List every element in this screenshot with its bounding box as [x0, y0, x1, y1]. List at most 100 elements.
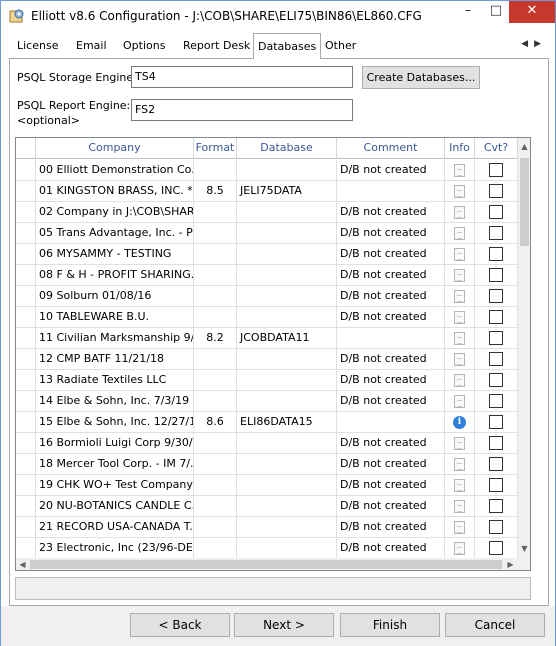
table-row[interactable]: 21 RECORD USA-CANADA T... D/B not created	[16, 517, 518, 538]
row-selector[interactable]	[16, 517, 36, 538]
table-row[interactable]: 16 Bormioli Luigi Corp 9/30/19 D/B not cr…	[16, 433, 518, 454]
convert-checkbox[interactable]	[489, 394, 503, 408]
row-selector[interactable]	[16, 454, 36, 475]
document-icon[interactable]	[454, 521, 465, 534]
tab-license[interactable]: License	[13, 37, 62, 58]
convert-checkbox[interactable]	[489, 205, 503, 219]
table-row[interactable]: 00 Elliott Demonstration Co... D/B not cr…	[16, 160, 518, 181]
convert-checkbox[interactable]	[489, 226, 503, 240]
column-header-info[interactable]: Info	[445, 138, 475, 159]
row-selector[interactable]	[16, 412, 36, 433]
storage-engine-field[interactable]: TS4	[131, 66, 353, 88]
tab-email[interactable]: Email	[72, 37, 111, 58]
document-icon[interactable]	[454, 500, 465, 513]
title-bar[interactable]: Elliott v8.6 Configuration - J:\COB\SHAR…	[1, 1, 555, 31]
row-selector[interactable]	[16, 496, 36, 517]
convert-checkbox[interactable]	[489, 289, 503, 303]
convert-checkbox[interactable]	[489, 541, 503, 555]
vertical-scroll-thumb[interactable]	[520, 158, 529, 246]
column-header-cvt[interactable]: Cvt?	[475, 138, 518, 159]
vertical-scrollbar[interactable]: ▲ ▼	[518, 138, 530, 570]
horizontal-scroll-thumb[interactable]	[30, 560, 502, 569]
convert-checkbox[interactable]	[489, 499, 503, 513]
table-row[interactable]: 10 TABLEWARE B.U. D/B not created	[16, 307, 518, 328]
report-engine-field[interactable]: FS2	[131, 99, 353, 121]
cancel-button[interactable]: Cancel	[445, 613, 545, 637]
column-header-format[interactable]: Format	[194, 138, 237, 159]
document-icon[interactable]	[454, 269, 465, 282]
close-button[interactable]: ✕	[509, 1, 555, 23]
convert-checkbox[interactable]	[489, 310, 503, 324]
table-row[interactable]: 11 Civilian Marksmanship 9/... 8.2 JCOBDAT…	[16, 328, 518, 349]
back-button[interactable]: < Back	[130, 613, 230, 637]
convert-checkbox[interactable]	[489, 163, 503, 177]
convert-checkbox[interactable]	[489, 331, 503, 345]
row-selector[interactable]	[16, 223, 36, 244]
document-icon[interactable]	[454, 332, 465, 345]
table-row[interactable]: 15 Elbe & Sohn, Inc. 12/27/19 8.6 ELI86DAT…	[16, 412, 518, 433]
table-row[interactable]: 14 Elbe & Sohn, Inc. 7/3/19 D/B not creat…	[16, 391, 518, 412]
minimize-button[interactable]: –	[453, 1, 483, 23]
document-icon[interactable]	[454, 395, 465, 408]
document-icon[interactable]	[454, 164, 465, 177]
row-selector[interactable]	[16, 181, 36, 202]
table-row[interactable]: 02 Company in J:\COB\SHAR... D/B not crea…	[16, 202, 518, 223]
table-row[interactable]: 01 KINGSTON BRASS, INC. ** 8.5 JELI75DATA	[16, 181, 518, 202]
row-selector[interactable]	[16, 475, 36, 496]
table-row[interactable]: 20 NU-BOTANICS CANDLE C... D/B not create…	[16, 496, 518, 517]
convert-checkbox[interactable]	[489, 247, 503, 261]
column-header-database[interactable]: Database	[237, 138, 337, 159]
table-row[interactable]: 08 F & H - PROFIT SHARING... D/B not crea…	[16, 265, 518, 286]
table-row[interactable]: 23 Electronic, Inc (23/96-DE... D/B not c…	[16, 538, 518, 559]
scroll-right-icon[interactable]: ▶	[504, 558, 517, 570]
document-icon[interactable]	[454, 437, 465, 450]
create-databases-button[interactable]: Create Databases...	[362, 66, 480, 89]
document-icon[interactable]	[454, 458, 465, 471]
row-selector[interactable]	[16, 244, 36, 265]
document-icon[interactable]	[454, 311, 465, 324]
scroll-up-icon[interactable]: ▲	[518, 140, 530, 154]
row-selector[interactable]	[16, 538, 36, 559]
row-selector[interactable]	[16, 370, 36, 391]
table-row[interactable]: 12 CMP BATF 11/21/18 D/B not created	[16, 349, 518, 370]
convert-checkbox[interactable]	[489, 352, 503, 366]
row-selector[interactable]	[16, 286, 36, 307]
table-row[interactable]: 13 Radiate Textiles LLC D/B not created	[16, 370, 518, 391]
row-selector[interactable]	[16, 349, 36, 370]
convert-checkbox[interactable]	[489, 457, 503, 471]
scroll-left-icon[interactable]: ◀	[16, 558, 29, 570]
document-icon[interactable]	[454, 248, 465, 261]
maximize-button[interactable]: □	[481, 1, 511, 23]
row-selector[interactable]	[16, 307, 36, 328]
document-icon[interactable]	[454, 206, 465, 219]
table-row[interactable]: 06 MYSAMMY - TESTING D/B not created	[16, 244, 518, 265]
tab-scroll-right-icon[interactable]: ▶	[534, 39, 547, 49]
table-row[interactable]: 18 Mercer Tool Corp. - IM 7/... D/B not c…	[16, 454, 518, 475]
column-header-comment[interactable]: Comment	[337, 138, 445, 159]
convert-checkbox[interactable]	[489, 436, 503, 450]
convert-checkbox[interactable]	[489, 415, 503, 429]
scroll-down-icon[interactable]: ▼	[518, 542, 530, 556]
row-selector[interactable]	[16, 202, 36, 223]
table-row[interactable]: 05 Trans Advantage, Inc. - Pri... D/B not…	[16, 223, 518, 244]
document-icon[interactable]	[454, 185, 465, 198]
convert-checkbox[interactable]	[489, 373, 503, 387]
table-row[interactable]: 19 CHK WO+ Test Company D/B not created	[16, 475, 518, 496]
tab-options[interactable]: Options	[119, 37, 169, 58]
finish-button[interactable]: Finish	[340, 613, 440, 637]
document-icon[interactable]	[454, 353, 465, 366]
convert-checkbox[interactable]	[489, 478, 503, 492]
table-row[interactable]: 09 Solburn 01/08/16 D/B not created	[16, 286, 518, 307]
document-icon[interactable]	[454, 290, 465, 303]
document-icon[interactable]	[454, 479, 465, 492]
tab-other[interactable]: Other	[321, 37, 360, 58]
row-selector[interactable]	[16, 160, 36, 181]
row-selector[interactable]	[16, 265, 36, 286]
document-icon[interactable]	[454, 374, 465, 387]
row-selector[interactable]	[16, 391, 36, 412]
document-icon[interactable]	[454, 227, 465, 240]
column-header-company[interactable]: Company	[36, 138, 194, 159]
row-selector[interactable]	[16, 433, 36, 454]
tab-report-desk[interactable]: Report Desk	[179, 37, 254, 58]
tab-scroll-left-icon[interactable]: ◀	[521, 39, 534, 49]
